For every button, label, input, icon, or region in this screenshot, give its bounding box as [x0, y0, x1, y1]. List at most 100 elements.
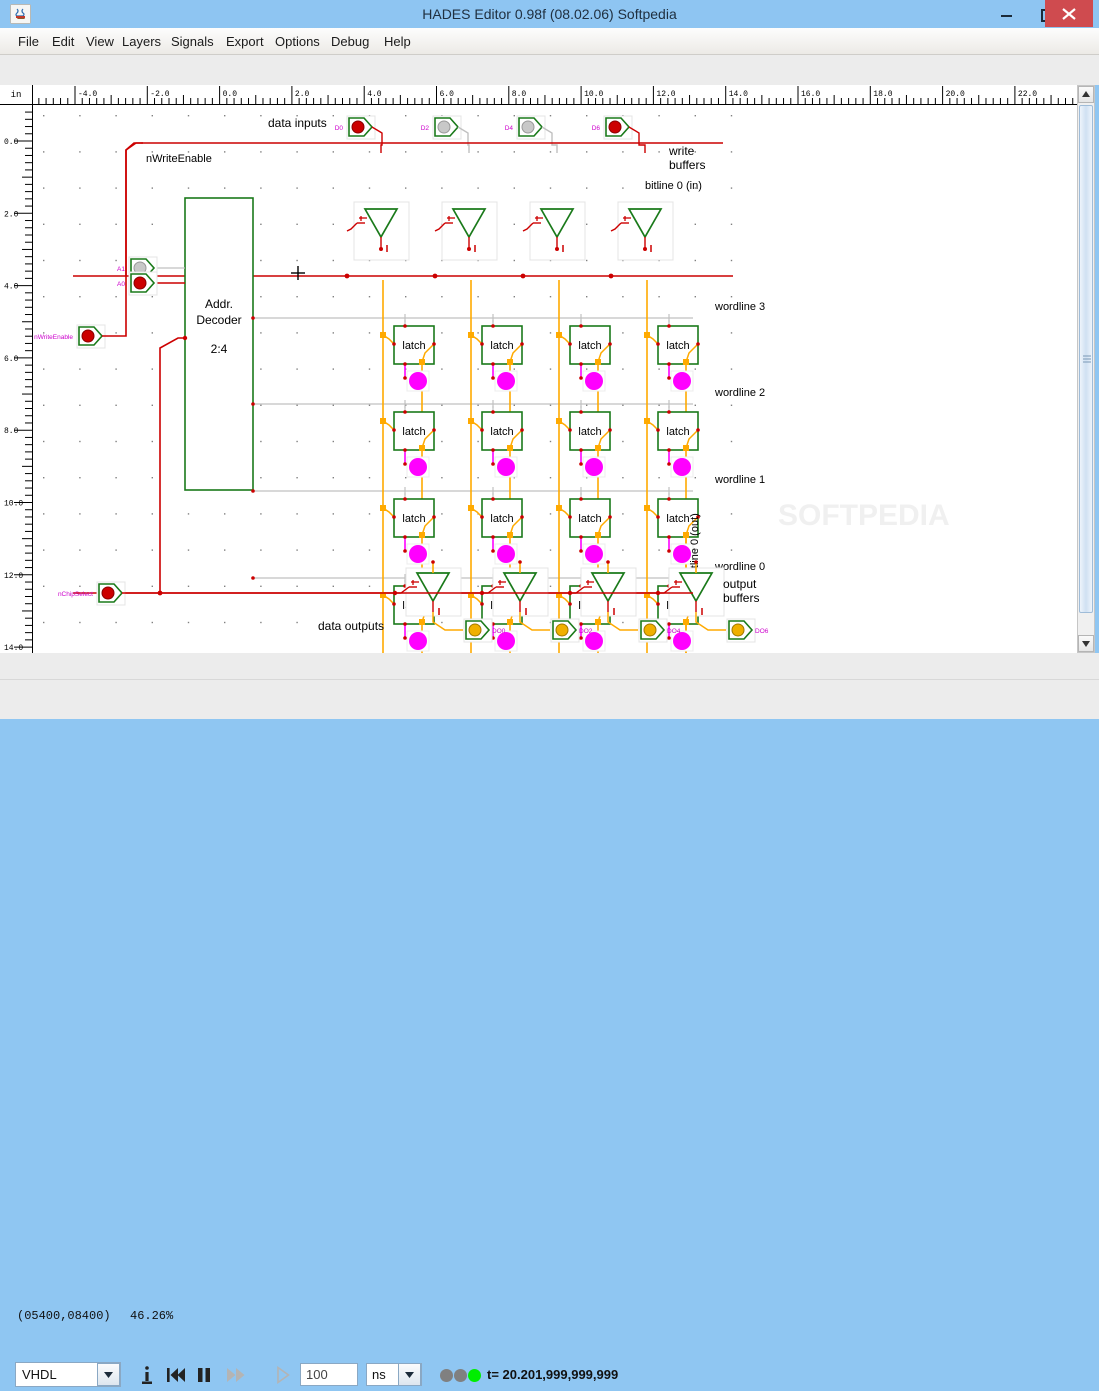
- menu-export[interactable]: Export: [218, 28, 272, 55]
- memory-cell[interactable]: latch: [556, 320, 612, 392]
- svg-text:SOFTPEDIA: SOFTPEDIA: [778, 499, 950, 532]
- memory-cell[interactable]: latch: [644, 320, 700, 392]
- svg-text:DO0: DO0: [492, 628, 506, 635]
- minimize-button[interactable]: [984, 2, 1028, 26]
- menu-edit[interactable]: Edit: [44, 28, 82, 55]
- close-button[interactable]: [1045, 0, 1093, 27]
- data-input-group: data inputs D0 D2 D4 D6: [268, 115, 633, 140]
- memory-cell[interactable]: latch: [468, 406, 524, 478]
- input-switch-D6[interactable]: D6: [592, 115, 633, 140]
- cell-state-led: [673, 372, 691, 390]
- input-switch-D4[interactable]: D4: [505, 115, 546, 140]
- memory-cell[interactable]: latch: [380, 493, 436, 565]
- memory-cell-label: latch: [578, 426, 601, 438]
- menu-layers[interactable]: Layers: [114, 28, 169, 55]
- svg-text:4.0: 4.0: [367, 90, 382, 99]
- memory-cell-label: latch: [490, 340, 513, 352]
- wordlines: [258, 317, 693, 579]
- watermark: SOFTPEDIA: [778, 499, 950, 532]
- input-switch-D0[interactable]: D0: [335, 115, 376, 140]
- svg-text:0.0: 0.0: [4, 138, 19, 147]
- canvas-grid: [43, 115, 733, 624]
- menu-debug[interactable]: Debug: [323, 28, 377, 55]
- pause-button[interactable]: [196, 1364, 212, 1391]
- info-button[interactable]: [139, 1364, 155, 1391]
- svg-text:16.0: 16.0: [801, 90, 820, 99]
- memory-cell-label: latch: [402, 513, 425, 525]
- time-unit-dropdown-arrow[interactable]: [398, 1363, 421, 1386]
- input-switch-D2[interactable]: D2: [421, 115, 462, 140]
- scroll-down-button[interactable]: [1078, 635, 1094, 652]
- svg-text:bitline 0 (out): bitline 0 (out): [689, 513, 701, 577]
- status-led-3: [468, 1369, 481, 1382]
- memory-cell[interactable]: latch: [468, 493, 524, 565]
- memory-cell[interactable]: latch: [380, 406, 436, 478]
- svg-text:2.0: 2.0: [295, 90, 310, 99]
- step-size-input[interactable]: 100: [300, 1363, 358, 1386]
- svg-text:8.0: 8.0: [512, 90, 527, 99]
- language-dropdown-arrow[interactable]: [97, 1363, 120, 1386]
- memory-cell[interactable]: latch: [644, 406, 700, 478]
- menu-signals[interactable]: Signals: [163, 28, 222, 55]
- svg-text:data outputs: data outputs: [318, 619, 384, 633]
- svg-text:12.0: 12.0: [4, 572, 23, 581]
- svg-text:Decoder: Decoder: [196, 313, 241, 327]
- svg-text:buffers: buffers: [669, 158, 705, 172]
- fast-forward-button[interactable]: [225, 1364, 247, 1391]
- menu-bar: File Edit View Layers Signals Export Opt…: [0, 28, 1099, 55]
- svg-text:DO4: DO4: [667, 628, 681, 635]
- cell-state-led: [497, 458, 515, 476]
- memory-cell[interactable]: latch: [556, 406, 612, 478]
- output-led-DO6[interactable]: DO6: [726, 618, 769, 643]
- schematic-canvas[interactable]: Addr. Decoder 2:4 data inputs D0 D2 D4 D6 write b…: [33, 105, 1077, 653]
- svg-text:data inputs: data inputs: [268, 116, 327, 130]
- svg-text:bitline 0 (in): bitline 0 (in): [645, 180, 702, 192]
- rewind-button[interactable]: [166, 1364, 186, 1391]
- svg-text:write: write: [668, 144, 695, 158]
- svg-text:6.0: 6.0: [440, 90, 455, 99]
- cell-state-led: [409, 458, 427, 476]
- svg-text:10.0: 10.0: [584, 90, 603, 99]
- cursor-coordinates: (05400,08400): [17, 1309, 111, 1323]
- memory-cell-label: latch: [666, 426, 689, 438]
- play-button[interactable]: [275, 1364, 291, 1391]
- svg-text:-4.0: -4.0: [78, 90, 97, 99]
- input-switch-nWriteEnable[interactable]: nWriteEnable: [34, 324, 106, 349]
- svg-text:0.0: 0.0: [223, 90, 238, 99]
- input-switch-nChipSelect[interactable]: nChipSelect: [58, 581, 126, 606]
- svg-text:A0: A0: [117, 281, 125, 288]
- memory-cell-label: latch: [578, 340, 601, 352]
- svg-text:wordline 2: wordline 2: [714, 387, 765, 399]
- zoom-level: 46.26%: [130, 1309, 174, 1323]
- svg-text:2:4: 2:4: [211, 342, 228, 356]
- memory-cell[interactable]: latch: [380, 320, 436, 392]
- svg-text:12.0: 12.0: [656, 90, 675, 99]
- svg-text:A1: A1: [117, 266, 125, 273]
- svg-text:-2.0: -2.0: [150, 90, 169, 99]
- vertical-scrollbar[interactable]: [1077, 85, 1095, 653]
- horizontal-ruler: -4.0 -2.0 0.0 2.0 4.0 6.0 8.0 10.0 12.0 14.0 16.0 1…: [33, 85, 1077, 105]
- status-led-1: [440, 1369, 453, 1382]
- svg-text:DO2: DO2: [579, 628, 593, 635]
- wordline-taps: [404, 314, 670, 582]
- memory-cell[interactable]: latch: [468, 320, 524, 392]
- menu-options[interactable]: Options: [267, 28, 328, 55]
- svg-text:wordline 1: wordline 1: [714, 474, 765, 486]
- menu-file[interactable]: File: [10, 28, 47, 55]
- cell-state-led: [585, 458, 603, 476]
- svg-text:D6: D6: [592, 125, 601, 132]
- svg-text:D4: D4: [505, 125, 514, 132]
- menu-help[interactable]: Help: [376, 28, 419, 55]
- svg-text:D2: D2: [421, 125, 430, 132]
- memory-cell-label: latch: [666, 513, 689, 525]
- cell-state-led: [409, 632, 427, 650]
- memory-cell-label: latch: [402, 426, 425, 438]
- status-led-2: [454, 1369, 467, 1382]
- memory-cell-label: latch: [578, 513, 601, 525]
- svg-text:18.0: 18.0: [873, 90, 892, 99]
- svg-text:6.0: 6.0: [4, 355, 19, 364]
- scroll-up-button[interactable]: [1078, 86, 1094, 103]
- svg-text:4.0: 4.0: [4, 283, 19, 292]
- memory-cell[interactable]: latch: [556, 493, 612, 565]
- vertical-scroll-thumb[interactable]: [1079, 105, 1093, 613]
